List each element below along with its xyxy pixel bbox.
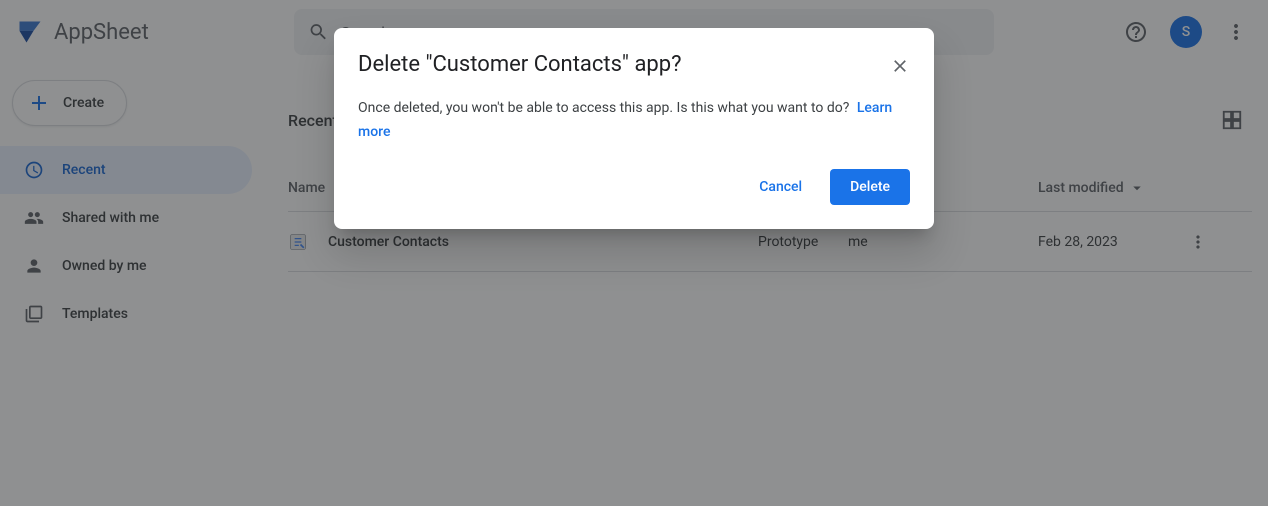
dialog-body: Once deleted, you won't be able to acces… <box>358 97 910 145</box>
delete-dialog: Delete "Customer Contacts" app? Once del… <box>334 28 934 229</box>
modal-overlay[interactable]: Delete "Customer Contacts" app? Once del… <box>0 0 1268 506</box>
dialog-body-text: Once deleted, you won't be able to acces… <box>358 100 849 116</box>
dialog-actions: Cancel Delete <box>358 169 910 205</box>
cancel-button[interactable]: Cancel <box>739 169 822 205</box>
close-icon <box>890 56 910 76</box>
dialog-title: Delete "Customer Contacts" app? <box>358 52 910 77</box>
delete-button[interactable]: Delete <box>830 169 910 205</box>
dialog-close-button[interactable] <box>884 50 916 82</box>
